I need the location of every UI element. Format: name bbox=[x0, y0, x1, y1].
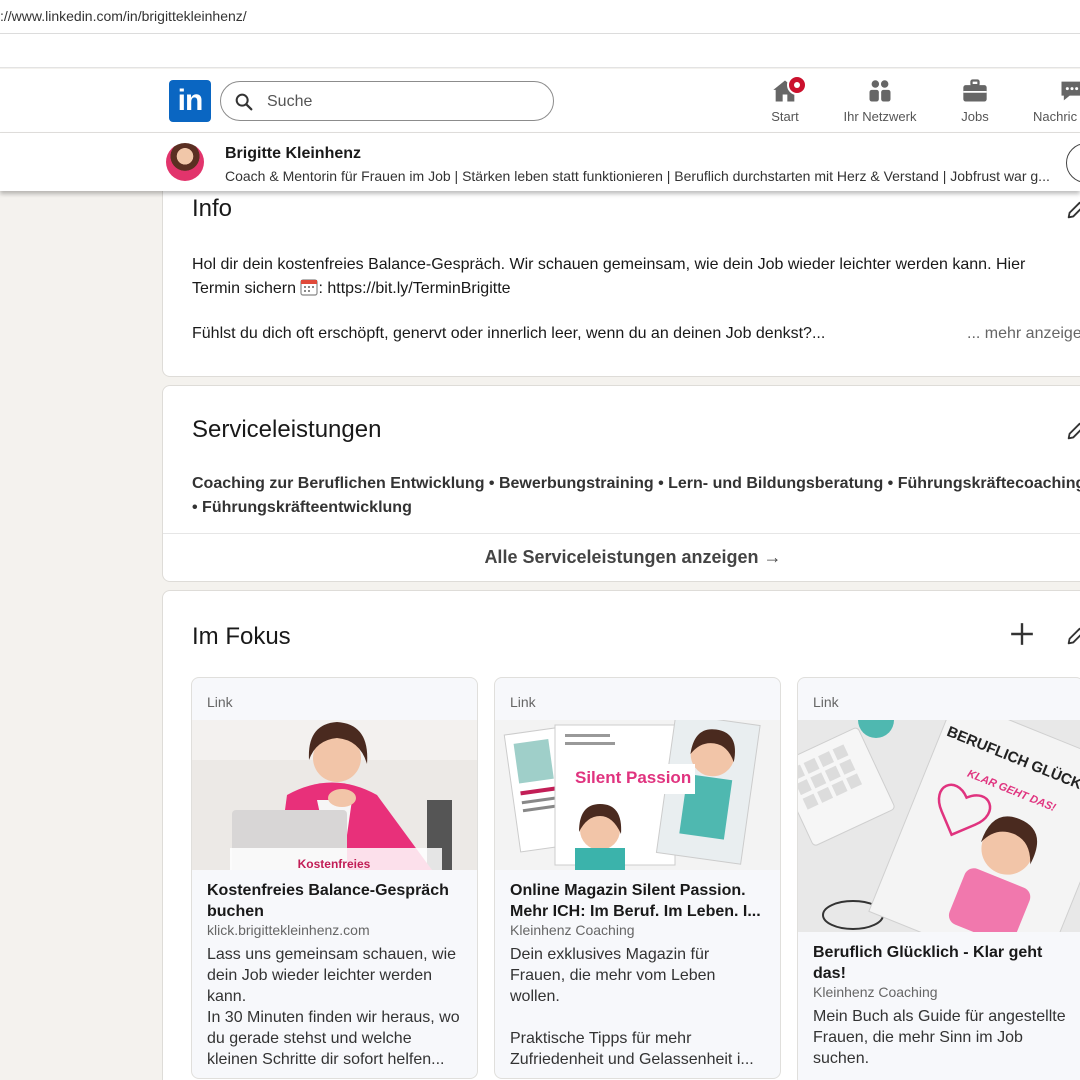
top-navigation: in Start Ihr Netzwerk Jobs Nachric bbox=[0, 69, 1080, 133]
featured-section: Im Fokus Link Kostenfreies Kostenfreies … bbox=[162, 590, 1080, 1080]
messaging-icon bbox=[1061, 81, 1080, 101]
services-list: Coaching zur Beruflichen Entwicklung • B… bbox=[192, 475, 1080, 516]
edit-pencil-icon[interactable] bbox=[1065, 199, 1080, 221]
featured-item[interactable]: Link Silent Passion Online Magazin Silen… bbox=[494, 677, 781, 1079]
address-url[interactable]: ://www.linkedin.com/in/brigittekleinhenz… bbox=[0, 8, 247, 24]
item-title[interactable]: Online Magazin Silent Passion. Mehr ICH:… bbox=[510, 880, 768, 922]
item-description-text: Mein Buch als Guide für angestellte Frau… bbox=[813, 1008, 1066, 1067]
item-type-label: Link bbox=[813, 694, 839, 710]
search-box[interactable] bbox=[220, 81, 554, 121]
featured-item[interactable]: Link BERUFLICH GLÜCKLICH KLAR GEHT DAS! bbox=[797, 677, 1080, 1080]
services-section: Serviceleistungen Coaching zur Beruflich… bbox=[162, 385, 1080, 582]
nav-jobs-label: Jobs bbox=[961, 109, 989, 124]
nav-network[interactable]: Ihr Netzwerk bbox=[836, 77, 924, 124]
nav-messaging[interactable]: Nachric bbox=[1030, 77, 1080, 124]
briefcase-icon bbox=[963, 79, 987, 102]
thumbnail-text: Kostenfreies bbox=[298, 857, 371, 870]
divider bbox=[163, 533, 1080, 534]
item-title[interactable]: Beruflich Glücklich - Klar geht das! bbox=[813, 942, 1071, 984]
item-title[interactable]: Kostenfreies Balance-Gespräch buchen bbox=[207, 880, 465, 922]
notification-badge bbox=[787, 75, 807, 95]
browser-toolbar bbox=[0, 34, 1080, 68]
item-thumbnail[interactable]: Silent Passion bbox=[495, 720, 780, 870]
magazine-title-text: Silent Passion bbox=[575, 768, 691, 787]
item-type-label: Link bbox=[510, 694, 536, 710]
item-description: Lass uns gemeinsam schauen, wie dein Job… bbox=[207, 944, 465, 1070]
avatar[interactable] bbox=[166, 143, 204, 181]
featured-title: Im Fokus bbox=[192, 623, 291, 650]
search-input[interactable] bbox=[267, 90, 537, 114]
info-section: Info Hol dir dein kostenfreies Balance-G… bbox=[162, 175, 1080, 377]
calendar-icon bbox=[300, 279, 319, 296]
info-title: Info bbox=[192, 195, 233, 222]
item-description: Mein Buch als Guide für angestellte Frau… bbox=[813, 1006, 1071, 1069]
nav-network-label: Ihr Netzwerk bbox=[843, 109, 917, 124]
profile-name: Brigitte Kleinhenz bbox=[225, 145, 362, 162]
info-line2: Fühlst du dich oft erschöpft, genervt od… bbox=[192, 325, 826, 342]
item-source: Kleinhenz Coaching bbox=[510, 922, 635, 938]
item-description-text: Lass uns gemeinsam schauen, wie dein Job… bbox=[207, 946, 460, 1068]
nav-start-label: Start bbox=[771, 109, 799, 124]
edit-pencil-icon[interactable] bbox=[1065, 420, 1080, 442]
profile-headline: Coach & Mentorin für Frauen im Job | Stä… bbox=[225, 168, 1050, 184]
nav-jobs[interactable]: Jobs bbox=[955, 77, 995, 124]
item-description-text: Dein exklusives Magazin für Frauen, die … bbox=[510, 946, 754, 1068]
item-thumbnail[interactable]: BERUFLICH GLÜCKLICH KLAR GEHT DAS! bbox=[798, 720, 1080, 932]
linkedin-logo[interactable]: in bbox=[169, 80, 211, 122]
item-description: Dein exklusives Magazin für Frauen, die … bbox=[510, 944, 768, 1070]
sticky-profile-header: Brigitte Kleinhenz Coach & Mentorin für … bbox=[0, 133, 1080, 191]
show-more-link[interactable]: ... mehr anzeige bbox=[967, 325, 1080, 343]
item-source: klick.brigittekleinhenz.com bbox=[207, 922, 370, 938]
network-icon bbox=[869, 80, 891, 102]
item-type-label: Link bbox=[207, 694, 233, 710]
add-icon[interactable] bbox=[1009, 621, 1035, 647]
edit-pencil-icon[interactable] bbox=[1065, 625, 1080, 647]
nav-start[interactable]: Start bbox=[760, 75, 810, 124]
info-description: Hol dir dein kostenfreies Balance-Gesprä… bbox=[192, 253, 1072, 301]
browser-address-bar[interactable]: ://www.linkedin.com/in/brigittekleinhenz… bbox=[0, 0, 1080, 34]
search-icon bbox=[235, 93, 253, 111]
info-link[interactable]: : https://bit.ly/TerminBrigitte bbox=[318, 280, 510, 297]
featured-item[interactable]: Link Kostenfreies Kostenfreies Balance-G… bbox=[191, 677, 478, 1079]
item-source: Kleinhenz Coaching bbox=[813, 984, 938, 1000]
nav-messaging-label: Nachric bbox=[1033, 109, 1078, 124]
item-thumbnail[interactable]: Kostenfreies bbox=[192, 720, 477, 870]
show-all-services-button[interactable]: Alle Serviceleistungen anzeigen → bbox=[163, 547, 1080, 568]
services-title: Serviceleistungen bbox=[192, 416, 382, 443]
